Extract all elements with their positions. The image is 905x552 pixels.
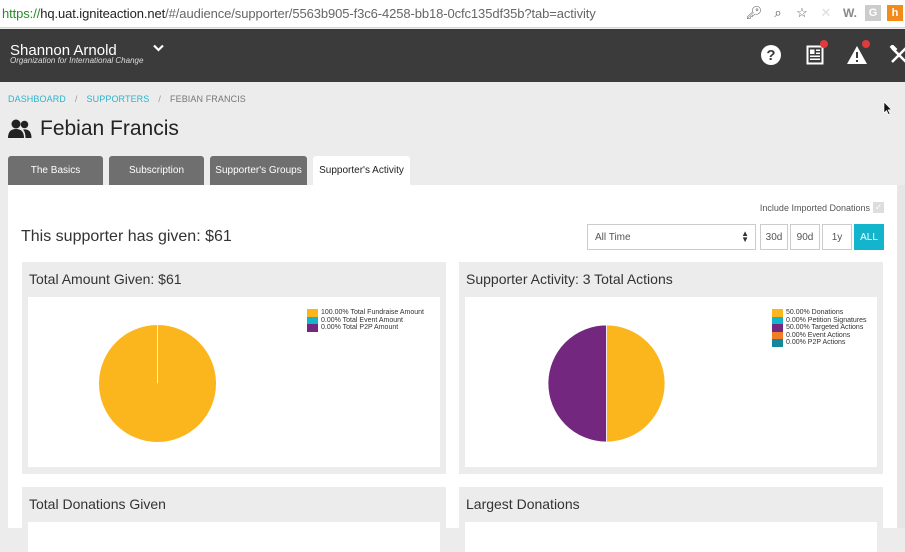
chart-legend: 100.00% Total Fundraise Amount 0.00% Tota… [307, 309, 424, 332]
pie-slice[interactable] [606, 324, 666, 443]
newspaper-icon [806, 45, 824, 65]
legend-label: 0.00% Total P2P Amount [321, 324, 399, 331]
legend-label: 50.00% Donations [786, 309, 844, 316]
legend-swatch [772, 316, 783, 324]
key-icon[interactable]: 🔑︎ [745, 4, 763, 22]
legend-label: 0.00% Total Event Amount [321, 316, 403, 324]
hammer-wrench-icon [889, 45, 905, 63]
total-amount-pie-chart [98, 324, 217, 443]
page-title: Febian Francis [8, 117, 179, 141]
url-path: /#/audience/supporter/5563b905-f3c6-4258… [165, 6, 596, 21]
star-icon[interactable]: ☆ [793, 4, 811, 22]
chart-legend: 50.00% Donations 0.00% Petition Signature… [772, 309, 867, 347]
alerts-badge [862, 40, 870, 48]
card-body [465, 522, 877, 552]
card-title: Total Amount Given: $61 [29, 271, 182, 287]
largest-donations-card: Largest Donations [459, 487, 883, 552]
legend-item[interactable]: 0.00% P2P Actions [772, 339, 867, 347]
legend-label: 100.00% Total Fundraise Amount [321, 309, 424, 316]
browser-url-bar: https://hq.uat.igniteaction.net/#/audien… [0, 0, 905, 28]
supporter-name: Febian Francis [40, 117, 179, 140]
tab-supporters-groups[interactable]: Supporter's Groups [210, 156, 307, 185]
extension-w-icon[interactable]: W. [841, 4, 859, 22]
tab-bar: The Basics Subscription Supporter's Grou… [8, 156, 410, 185]
include-imported-checkbox[interactable]: ✓ [873, 202, 884, 213]
activity-panel: Include Imported Donations ✓ This suppor… [8, 185, 897, 552]
news-button[interactable] [802, 40, 828, 68]
chart-area: 50.00% Donations 0.00% Petition Signature… [465, 297, 877, 467]
breadcrumb: DASHBOARD / SUPPORTERS / FEBIAN FRANCIS [8, 94, 246, 104]
legend-swatch [307, 316, 318, 324]
supporter-activity-pie-chart [547, 324, 666, 443]
legend-swatch [772, 331, 783, 339]
breadcrumb-separator: / [74, 94, 78, 104]
url-scheme: https:// [2, 6, 41, 21]
legend-swatch [772, 309, 783, 317]
total-given-text: This supporter has given: $61 [21, 228, 232, 245]
legend-item[interactable]: 0.00% Total P2P Amount [307, 324, 424, 332]
legend-swatch [772, 324, 783, 332]
tools-button[interactable] [886, 42, 905, 68]
legend-item[interactable]: 50.00% Targeted Actions [772, 324, 867, 332]
chart-area: 100.00% Total Fundraise Amount 0.00% Tota… [28, 297, 440, 467]
card-title: Supporter Activity: 3 Total Actions [466, 271, 673, 287]
select-arrows-icon: ▲ ▼ [741, 229, 749, 244]
breadcrumb-dashboard[interactable]: DASHBOARD [8, 94, 66, 104]
legend-item[interactable]: 100.00% Total Fundraise Amount [307, 309, 424, 317]
url-host: hq.uat.igniteaction.net [40, 6, 166, 21]
warning-icon [847, 46, 867, 64]
tab-supporters-activity[interactable]: Supporter's Activity [313, 156, 410, 185]
breadcrumb-separator: / [158, 94, 161, 104]
help-button[interactable]: ? [758, 42, 784, 68]
period-select[interactable]: All Time ▲ ▼ [587, 224, 756, 250]
supporter-activity-card: Supporter Activity: 3 Total Actions 50.0… [459, 262, 883, 474]
extension-x-icon[interactable]: ✕ [817, 4, 835, 22]
mouse-cursor-icon [883, 101, 893, 115]
legend-label: 0.00% Petition Signatures [786, 316, 867, 324]
card-title: Total Donations Given [29, 496, 166, 512]
range-button-group: 30d 90d 1y ALL [760, 224, 886, 250]
page-scrollbar[interactable] [897, 185, 905, 528]
range-1y-button[interactable]: 1y [822, 224, 852, 250]
address-bar[interactable]: https://hq.uat.igniteaction.net/#/audien… [2, 6, 596, 21]
range-all-button[interactable]: ALL [854, 224, 884, 250]
include-imported-donations: Include Imported Donations ✓ [760, 202, 884, 213]
extension-g-icon[interactable]: G [865, 5, 881, 21]
legend-item[interactable]: 0.00% Event Actions [772, 331, 867, 339]
legend-swatch [307, 309, 318, 317]
breadcrumb-supporters[interactable]: SUPPORTERS [87, 94, 150, 104]
breadcrumb-current: FEBIAN FRANCIS [170, 94, 246, 104]
org-name: Organization for International Change [10, 56, 144, 65]
card-title: Largest Donations [466, 496, 580, 512]
extension-h-icon[interactable]: h [887, 5, 903, 21]
news-badge [820, 40, 828, 48]
legend-label: 0.00% Event Actions [786, 331, 851, 339]
help-icon: ? [761, 45, 781, 65]
legend-item[interactable]: 50.00% Donations [772, 309, 867, 317]
zoom-icon[interactable]: ⌕ [769, 4, 787, 22]
users-icon [8, 119, 32, 138]
legend-swatch [307, 324, 318, 332]
legend-item[interactable]: 0.00% Total Event Amount [307, 316, 424, 324]
pie-slice[interactable] [547, 324, 607, 443]
total-amount-card: Total Amount Given: $61 100.00% Total Fu… [22, 262, 446, 474]
legend-label: 0.00% P2P Actions [786, 339, 846, 346]
alerts-button[interactable] [844, 40, 870, 68]
tab-subscription[interactable]: Subscription [109, 156, 204, 185]
legend-label: 50.00% Targeted Actions [786, 324, 864, 331]
card-body [28, 522, 440, 552]
range-30d-button[interactable]: 30d [760, 224, 788, 250]
user-menu-chevron-down-icon[interactable] [153, 41, 164, 55]
tab-the-basics[interactable]: The Basics [8, 156, 103, 185]
period-select-value: All Time [595, 231, 631, 243]
legend-swatch [772, 339, 783, 347]
range-90d-button[interactable]: 90d [790, 224, 820, 250]
app-header: Shannon Arnold Organization for Internat… [0, 29, 905, 82]
total-donations-card: Total Donations Given [22, 487, 446, 552]
include-imported-label: Include Imported Donations [759, 202, 870, 213]
legend-item[interactable]: 0.00% Petition Signatures [772, 316, 867, 324]
